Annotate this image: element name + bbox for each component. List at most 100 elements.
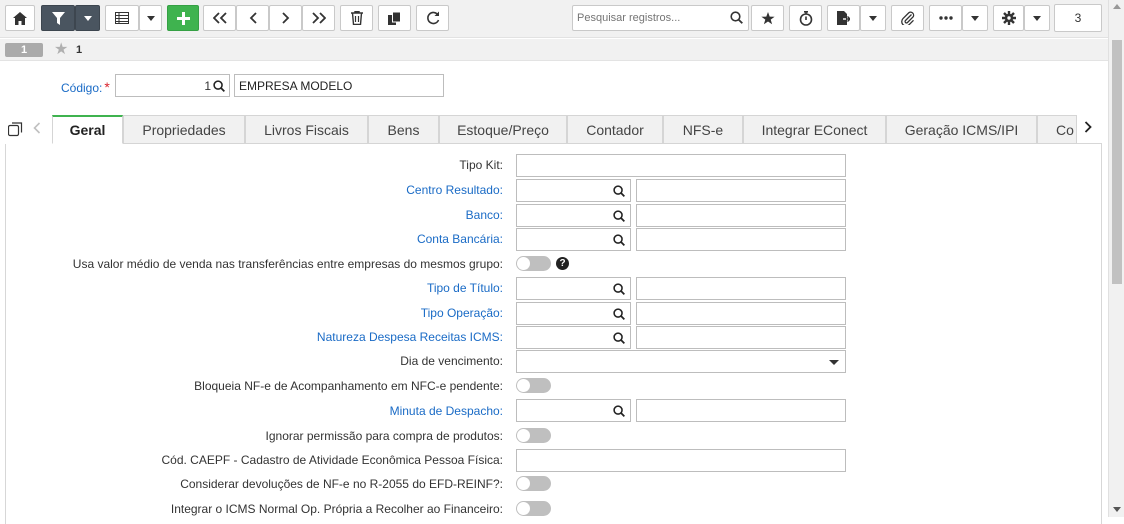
code-value: 1 [204,79,211,93]
scroll-down-arrow-icon[interactable] [1113,507,1121,512]
grid-view-button[interactable] [105,5,139,31]
record-number: 1 [76,44,83,56]
search-input[interactable] [573,6,723,30]
required-marker: * [104,79,110,95]
tipo-titulo-field[interactable] [516,277,631,300]
usa-valor-medio-toggle[interactable] [516,256,551,271]
chevron-down-icon [971,15,979,21]
chevron-down-icon [146,15,155,21]
chevron-left-icon[interactable] [33,121,41,137]
dia-vencimento-label: Dia de vencimento: [400,354,503,368]
integrar-icms-label: Integrar o ICMS Normal Op. Própria a Rec… [170,502,503,516]
tab-co[interactable]: Co [1037,115,1077,144]
conta-bancaria-label[interactable]: Conta Bancária: [417,232,503,246]
timer-button[interactable] [789,5,822,31]
filter-dropdown-button[interactable] [75,5,100,31]
search-icon[interactable] [730,11,743,24]
tipo-kit-label: Tipo Kit: [459,158,503,172]
conta-bancaria-field[interactable] [516,228,631,251]
tab-bens[interactable]: Bens [368,115,439,144]
copy-icon [388,11,401,25]
banco-label[interactable]: Banco: [466,208,503,222]
previous-record-button[interactable] [236,5,269,31]
copy-icon[interactable] [7,122,23,140]
tipo-operacao-field[interactable] [516,302,631,325]
vertical-scrollbar[interactable] [1108,0,1124,517]
chevron-down-icon [1033,15,1041,21]
code-field[interactable]: 1 [115,74,230,97]
filter-button[interactable] [41,5,75,31]
add-record-button[interactable] [167,5,199,31]
star-icon[interactable]: ★ [54,41,68,59]
search-icon[interactable] [613,308,625,320]
grid-view-dropdown-button[interactable] [139,5,162,31]
tipo-operacao-description [636,302,846,325]
more-options-dropdown-button[interactable] [962,5,988,31]
minuta-despacho-label[interactable]: Minuta de Despacho: [390,404,503,418]
tipo-titulo-label[interactable]: Tipo de Título: [427,281,503,295]
centro-resultado-field[interactable] [516,179,631,202]
refresh-button[interactable] [416,5,449,31]
search-icon[interactable] [613,234,625,246]
usa-valor-medio-label: Usa valor médio de venda nas transferênc… [72,257,503,271]
considerar-devolucoes-label: Considerar devoluções de NF-e no R-2055 … [180,477,503,491]
page-counter[interactable]: 3 [1054,4,1102,32]
tab-integrar-econect[interactable]: Integrar EConect [743,115,886,144]
natureza-despesa-label[interactable]: Natureza Despesa Receitas ICMS: [317,330,503,344]
next-record-button[interactable] [269,5,302,31]
minuta-despacho-field[interactable] [516,399,631,422]
chevron-down-icon [869,15,877,21]
trash-icon [350,11,363,25]
delete-button[interactable] [340,5,373,31]
record-index-badge[interactable]: 1 [5,43,43,57]
tab-estoque-preco[interactable]: Estoque/Preço [439,115,567,144]
first-record-button[interactable] [203,5,236,31]
more-options-button[interactable] [929,5,962,31]
search-icon[interactable] [613,185,625,197]
tipo-operacao-label[interactable]: Tipo Operação: [421,306,503,320]
minuta-despacho-description [636,399,846,422]
attachment-button[interactable] [891,5,924,31]
company-name-field[interactable]: EMPRESA MODELO [234,74,444,97]
double-chevron-right-icon [311,12,326,24]
duplicate-button[interactable] [378,5,411,31]
ignorar-permissao-toggle[interactable] [516,428,551,443]
scroll-up-arrow-icon[interactable] [1113,4,1121,9]
help-icon[interactable]: ? [556,257,569,270]
centro-resultado-description [636,179,846,202]
bloqueia-nfe-toggle[interactable] [516,378,551,393]
settings-dropdown-button[interactable] [1024,5,1050,31]
considerar-devolucoes-toggle[interactable] [516,476,551,491]
search-icon[interactable] [613,210,625,222]
search-icon[interactable] [613,283,625,295]
scrollbar-thumb[interactable] [1112,40,1122,284]
last-record-button[interactable] [302,5,335,31]
natureza-despesa-field[interactable] [516,326,631,349]
search-icon[interactable] [613,332,625,344]
home-icon [13,11,27,25]
tab-livros-fiscais[interactable]: Livros Fiscais [245,115,368,144]
banco-field[interactable] [516,204,631,227]
home-button[interactable] [5,5,35,31]
cod-caepf-field[interactable] [516,449,846,472]
tab-nfs-e[interactable]: NFS-e [663,115,743,144]
tipo-kit-field[interactable] [516,154,846,177]
code-label: Código: * [61,79,110,95]
report-button[interactable] [827,5,860,31]
search-icon[interactable] [213,80,225,92]
favorite-button[interactable] [751,5,784,31]
centro-resultado-label[interactable]: Centro Resultado: [406,183,503,197]
dia-vencimento-select[interactable] [516,350,846,373]
report-dropdown-button[interactable] [860,5,886,31]
tab-propriedades[interactable]: Propriedades [123,115,245,144]
integrar-icms-toggle[interactable] [516,501,551,516]
plus-icon [176,11,190,25]
tab-contador[interactable]: Contador [567,115,663,144]
tab-geral[interactable]: Geral [52,115,123,144]
search-icon[interactable] [613,405,625,417]
tab-geracao-icms-ipi[interactable]: Geração ICMS/IPI [886,115,1037,144]
settings-button[interactable] [993,5,1024,31]
paperclip-icon [900,11,914,25]
gear-icon [1001,11,1016,25]
chevron-right-icon[interactable] [1084,120,1092,136]
